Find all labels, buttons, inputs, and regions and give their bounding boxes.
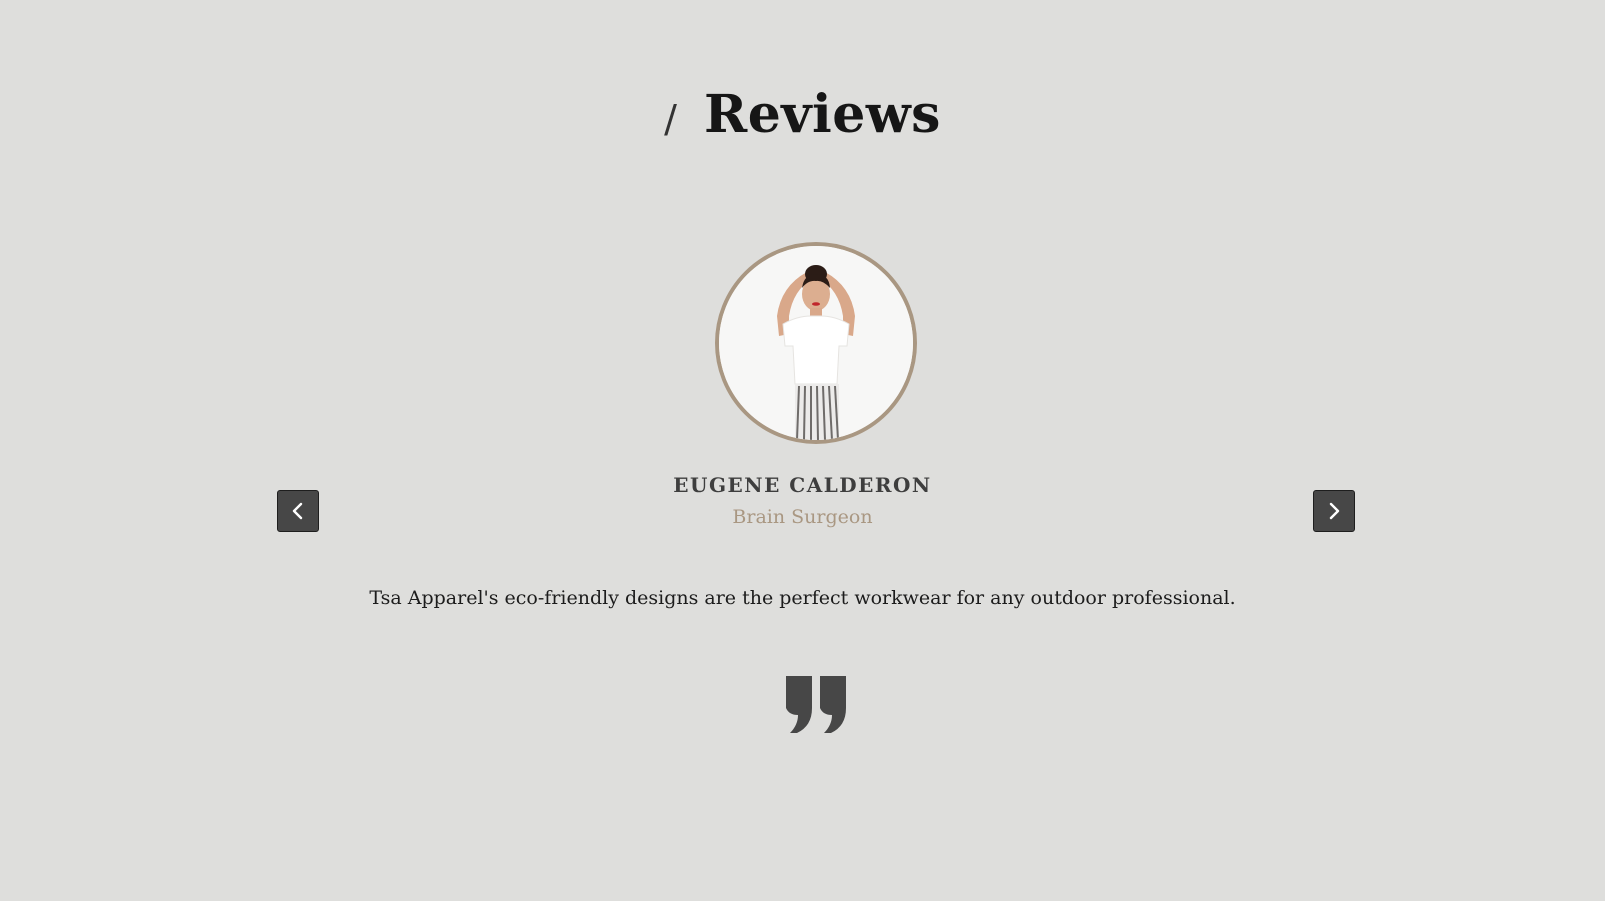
reviewer-photo xyxy=(719,246,913,440)
review-text: Tsa Apparel's eco-friendly designs are t… xyxy=(369,587,1236,609)
next-review-button[interactable] xyxy=(1313,490,1355,532)
reviewer-role: Brain Surgeon xyxy=(732,506,873,528)
previous-review-button[interactable] xyxy=(277,490,319,532)
section-title: Reviews xyxy=(704,84,941,145)
chevron-right-icon xyxy=(1329,502,1340,520)
reviewer-avatar xyxy=(715,242,917,444)
section-heading: / Reviews xyxy=(0,84,1605,145)
heading-slash: / xyxy=(664,96,677,141)
reviewer-name: EUGENE CALDERON xyxy=(673,473,932,497)
chevron-left-icon xyxy=(292,502,303,520)
quote-mark-icon xyxy=(786,676,846,733)
